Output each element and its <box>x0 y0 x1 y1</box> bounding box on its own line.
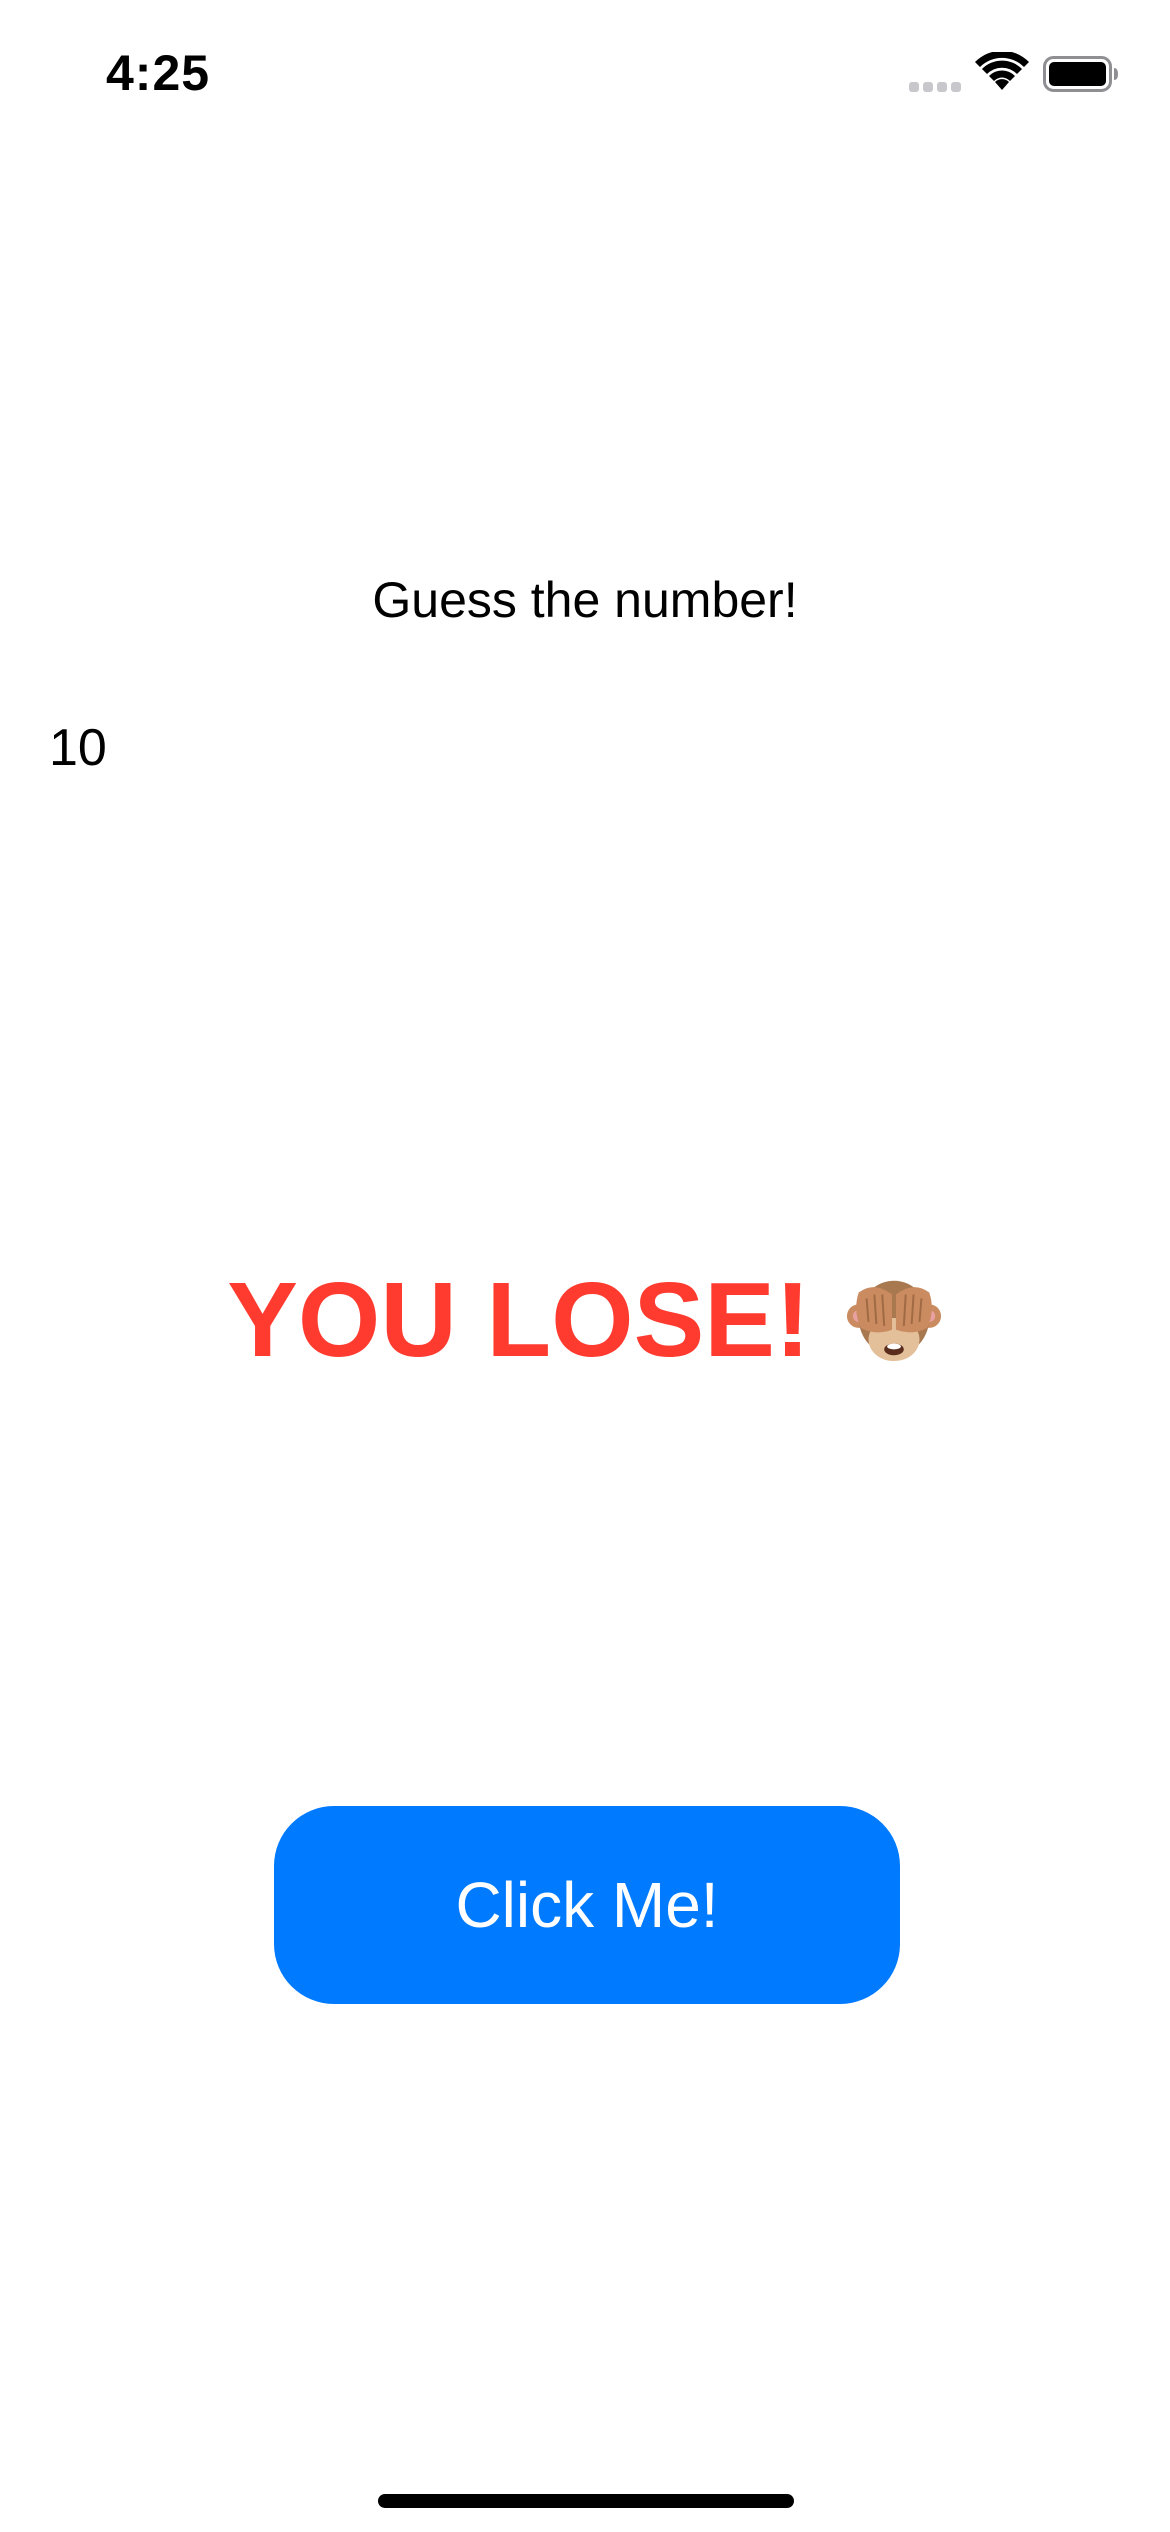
status-bar: 4:25 <box>0 0 1170 150</box>
page-title: Guess the number! <box>372 572 798 628</box>
count-label: 10 <box>49 719 107 777</box>
wifi-icon <box>975 52 1029 90</box>
status-time: 4:25 <box>106 45 211 101</box>
result-row: YOU LOSE! <box>0 1260 1170 1380</box>
home-indicator[interactable] <box>378 2494 794 2508</box>
click-me-button[interactable]: Click Me! <box>274 1806 900 2004</box>
result-text: YOU LOSE! <box>227 1261 811 1379</box>
cellular-signal-icon <box>909 82 961 92</box>
battery-icon <box>1043 56 1118 92</box>
see-no-evil-monkey-icon <box>846 1280 941 1362</box>
